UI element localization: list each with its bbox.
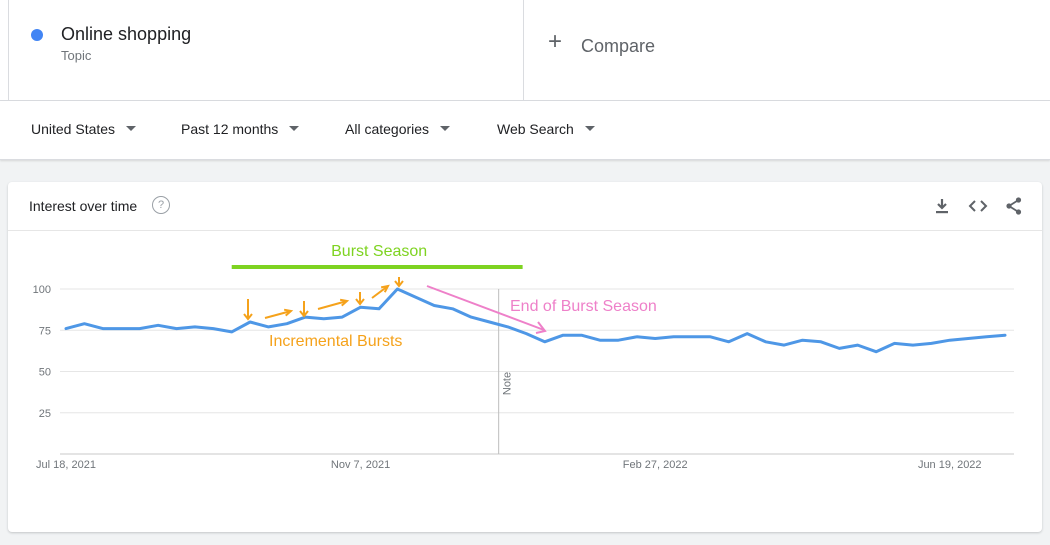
caret-down-icon [126, 125, 137, 131]
search-term-type: Topic [61, 48, 92, 63]
topbar: Online shopping Topic + Compare [0, 0, 1050, 101]
region-dropdown[interactable]: United States [31, 121, 137, 137]
time-range-dropdown[interactable]: Past 12 months [181, 121, 300, 137]
end-of-burst-label: End of Burst Season [510, 298, 657, 315]
x-tick-label: Jun 19, 2022 [918, 459, 982, 471]
chart-annotations: Burst Season Incremental Bursts End of Bur… [231, 243, 657, 350]
x-tick-label: Jul 18, 2021 [36, 459, 96, 471]
category-dropdown[interactable]: All categories [345, 121, 451, 137]
caret-down-icon [289, 125, 300, 131]
incremental-bursts-label: Incremental Bursts [269, 333, 402, 350]
search-term-card[interactable]: Online shopping Topic [8, 0, 524, 100]
compare-button[interactable]: + Compare [525, 0, 1050, 100]
caret-down-icon [584, 125, 595, 131]
search-type-dropdown[interactable]: Web Search [497, 121, 595, 137]
y-tick-label: 75 [39, 325, 51, 337]
plus-icon: + [548, 28, 563, 55]
search-term-title[interactable]: Online shopping [61, 24, 191, 45]
region-value: United States [31, 121, 116, 137]
interest-chart: 100 75 50 25 Jul 18, 2021 Nov 7, 2021 Feb 27,… [33, 243, 1014, 471]
caret-down-icon [440, 125, 451, 131]
search-type-value: Web Search [497, 121, 574, 137]
compare-label: Compare [581, 36, 656, 56]
x-tick-label: Nov 7, 2021 [331, 459, 390, 471]
y-tick-label: 50 [39, 367, 51, 379]
y-tick-label: 25 [39, 408, 51, 420]
category-value: All categories [345, 121, 430, 137]
burst-season-label: Burst Season [331, 243, 427, 260]
time-range-value: Past 12 months [181, 121, 279, 137]
y-axis-ticks: 100 75 50 25 [33, 284, 51, 420]
interest-over-time-card: Interest over time ? 100 75 50 25 Jul 18, 2… [8, 182, 1042, 532]
y-tick-label: 100 [33, 284, 51, 296]
x-axis-ticks: Jul 18, 2021 Nov 7, 2021 Feb 27, 2022 Jun 1… [36, 459, 982, 471]
note-label: Note [502, 372, 514, 395]
x-tick-label: Feb 27, 2022 [623, 459, 688, 471]
filter-bar: United States Past 12 months All categor… [0, 101, 1050, 160]
series-color-dot [31, 29, 43, 41]
